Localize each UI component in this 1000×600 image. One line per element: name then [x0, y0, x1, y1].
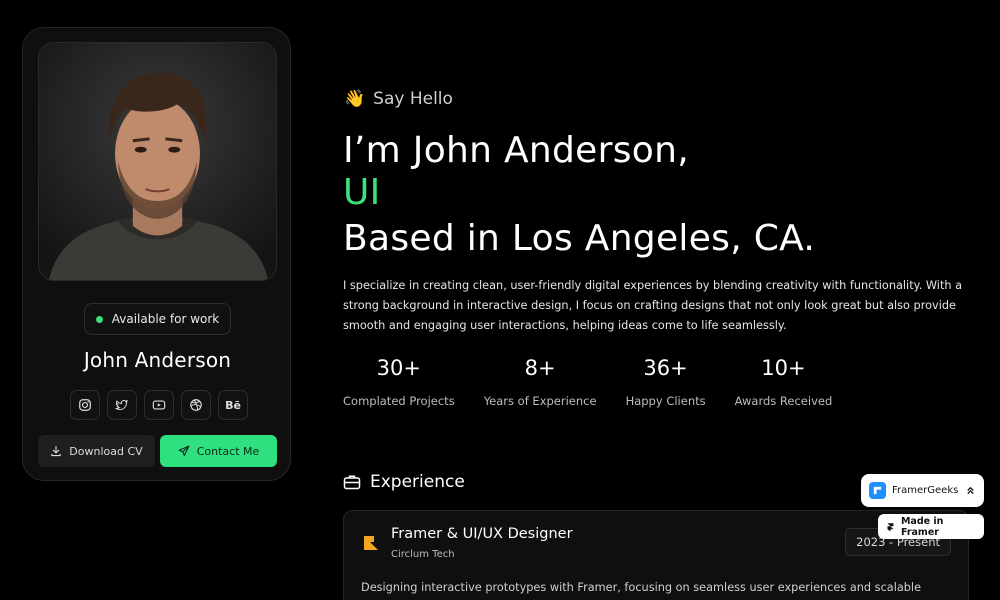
- download-icon: [51, 445, 61, 457]
- briefcase-icon: [343, 475, 361, 490]
- framergeeks-badge[interactable]: FramerGeeks: [861, 474, 984, 507]
- experience-card: Framer & UI/UX Designer Circlum Tech 202…: [343, 510, 969, 600]
- status-dot: [95, 315, 103, 323]
- contact-me-button[interactable]: Contact Me: [160, 435, 277, 467]
- stat-value: 36+: [643, 356, 688, 380]
- profile-card: Available for work John Anderson Bē Down…: [22, 27, 291, 481]
- stat-label: Awards Received: [734, 394, 833, 408]
- experience-title: Experience: [370, 472, 465, 492]
- framergeeks-logo-icon: [869, 482, 886, 499]
- framergeeks-label: FramerGeeks: [892, 485, 959, 496]
- download-cv-button[interactable]: Download CV: [38, 435, 155, 467]
- chevron-up-icon: [967, 486, 974, 495]
- availability-badge: Available for work: [84, 303, 231, 335]
- youtube-icon[interactable]: [144, 390, 174, 420]
- greeting: 👋 Say Hello: [344, 89, 453, 109]
- stat-value: 8+: [524, 356, 556, 380]
- stat-item: 30+ Complated Projects: [343, 356, 455, 408]
- experience-description: Designing interactive prototypes with Fr…: [361, 581, 922, 594]
- made-in-framer-label: Made in Framer: [900, 515, 944, 538]
- dribbble-icon[interactable]: [181, 390, 211, 420]
- stat-item: 8+ Years of Experience: [484, 356, 597, 408]
- profile-name: John Anderson: [83, 348, 232, 372]
- stat-item: 36+ Happy Clients: [626, 356, 706, 408]
- experience-company: Circlum Tech: [391, 549, 455, 560]
- stat-label: Complated Projects: [343, 394, 455, 408]
- greeting-text: Say Hello: [373, 89, 453, 109]
- hero-bio: I specialize in creating clean, user-fri…: [343, 279, 963, 332]
- social-links: Bē: [70, 390, 248, 420]
- availability-label: Available for work: [111, 312, 220, 326]
- behance-label: Bē: [225, 398, 241, 412]
- send-icon: [178, 445, 190, 457]
- stat-label: Happy Clients: [625, 394, 706, 408]
- behance-icon[interactable]: Bē: [218, 390, 248, 420]
- experience-heading: Experience: [343, 472, 465, 492]
- waving-hand-icon: 👋: [344, 89, 366, 109]
- stat-value: 10+: [761, 356, 806, 380]
- stat-label: Years of Experience: [483, 394, 597, 408]
- hero-title-line-2: UI: [343, 172, 381, 213]
- contact-me-label: Contact Me: [196, 444, 260, 458]
- hero-title-line-1: I’m John Anderson,: [343, 130, 689, 171]
- stat-value: 30+: [376, 356, 421, 380]
- framer-logo-icon: [887, 522, 894, 531]
- profile-photo: [38, 42, 277, 281]
- stat-item: 10+ Awards Received: [735, 356, 833, 408]
- hero-title-line-3: Based in Los Angeles, CA.: [343, 218, 816, 259]
- twitter-icon[interactable]: [107, 390, 137, 420]
- instagram-icon[interactable]: [70, 390, 100, 420]
- experience-role: Framer & UI/UX Designer: [391, 526, 573, 542]
- stats-row: 30+ Complated Projects 8+ Years of Exper…: [343, 356, 861, 408]
- download-cv-label: Download CV: [69, 444, 143, 458]
- company-logo-icon: [364, 536, 378, 550]
- made-in-framer-badge[interactable]: Made in Framer: [878, 514, 984, 539]
